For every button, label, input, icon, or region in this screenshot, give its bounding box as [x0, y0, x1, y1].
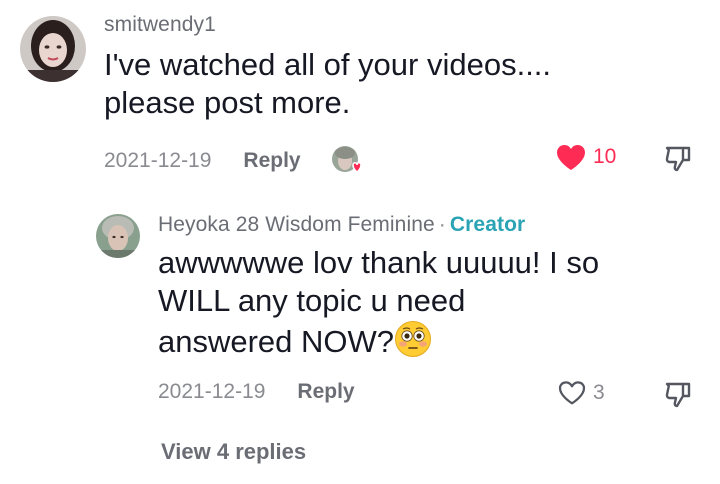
reply-button[interactable]: Reply — [243, 149, 300, 173]
reply-text: awwwwwe lov thank uuuuu! I so WILL any t… — [158, 244, 599, 361]
flushed-face-emoji-icon — [394, 320, 432, 358]
reply-username[interactable]: Heyoka 28 Wisdom Feminine — [158, 213, 435, 236]
comment-meta: 2021-12-19 Reply — [104, 145, 363, 177]
heart-outline-icon — [558, 381, 586, 405]
creator-badge: Creator — [449, 213, 526, 236]
like-count: 10 — [593, 145, 617, 168]
like-count: 3 — [593, 380, 605, 404]
comment-username[interactable]: smitwendy1 — [104, 13, 216, 37]
reply-button[interactable]: Reply — [297, 380, 354, 404]
reply-text-line: WILL any topic u need — [158, 283, 466, 318]
heart-filled-icon — [557, 145, 585, 170]
comment-date: 2021-12-19 — [104, 149, 212, 172]
reply-text-line: answered NOW? — [158, 320, 599, 361]
reply-text-line: awwwwwe lov thank uuuuu! I so — [158, 245, 600, 280]
reply-date: 2021-12-19 — [158, 380, 266, 403]
creator-liked-avatar — [331, 145, 363, 177]
dislike-button[interactable] — [664, 381, 692, 414]
separator-dot: · — [438, 213, 446, 236]
like-button[interactable]: 3 — [557, 379, 605, 406]
comment-text: I've watched all of your videos.... plea… — [104, 46, 551, 122]
view-replies-button[interactable]: View 4 replies — [161, 439, 306, 465]
thumbs-down-icon — [665, 146, 691, 172]
avatar[interactable] — [96, 214, 140, 258]
thumbs-down-icon — [665, 382, 691, 408]
like-button[interactable]: 10 — [555, 143, 616, 171]
dislike-button[interactable] — [664, 145, 692, 178]
reply-meta: 2021-12-19 Reply — [158, 380, 355, 404]
comment-text-line: I've watched all of your videos.... — [104, 47, 552, 82]
reply-text-line-content: answered NOW? — [158, 324, 395, 359]
reply-username-line: Heyoka 28 Wisdom Feminine · Creator — [158, 213, 525, 237]
avatar[interactable] — [20, 16, 86, 82]
comment-text-line: please post more. — [104, 85, 351, 120]
